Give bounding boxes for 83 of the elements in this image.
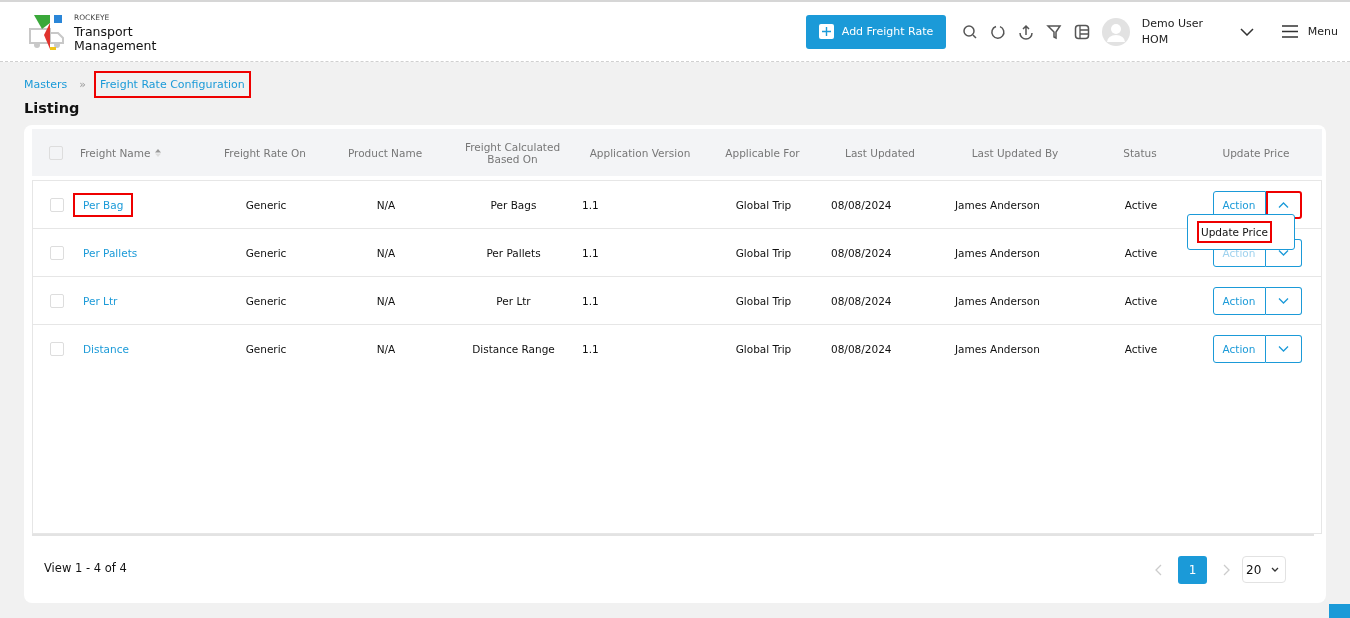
column-header: Application Version xyxy=(589,146,691,159)
refresh-icon[interactable] xyxy=(989,23,1006,40)
rate-on-cell: Generic xyxy=(245,342,287,355)
menu-icon xyxy=(1281,25,1298,38)
page-title: Listing xyxy=(24,100,81,118)
action-button[interactable]: Action xyxy=(1212,334,1266,363)
applicable-cell: Global Trip xyxy=(735,246,792,259)
filter-icon[interactable] xyxy=(1045,23,1062,40)
user-name: Demo User xyxy=(1141,15,1205,32)
freight-name-link[interactable]: Per Pallets xyxy=(73,240,148,265)
column-header: Freight Rate On xyxy=(224,146,306,159)
breadcrumb-separator: » xyxy=(79,77,87,91)
applicable-cell: Global Trip xyxy=(735,342,792,355)
product-cell: N/A xyxy=(376,294,396,307)
column-header: Update Price xyxy=(1222,146,1290,159)
search-icon[interactable] xyxy=(961,23,978,40)
rate-on-cell: Generic xyxy=(245,246,287,259)
row-checkbox[interactable] xyxy=(50,197,64,212)
freight-name-link[interactable]: Distance xyxy=(73,336,139,361)
row-checkbox[interactable] xyxy=(50,293,64,308)
freight-name-link[interactable]: Per Bag xyxy=(73,192,134,217)
breadcrumb-link[interactable]: Freight Rate Configuration xyxy=(94,70,251,98)
date-cell: 08/08/2024 xyxy=(831,198,892,211)
chevron-down-icon[interactable] xyxy=(1239,27,1254,36)
column-header: Applicable For xyxy=(725,146,800,159)
status-cell: Active xyxy=(1124,342,1158,355)
upload-icon[interactable] xyxy=(1017,23,1034,40)
user-cell: James Anderson xyxy=(955,246,1040,259)
row-checkbox[interactable] xyxy=(50,245,64,260)
action-button[interactable]: Action xyxy=(1212,286,1266,315)
version-cell: 1.1 xyxy=(582,294,599,307)
rate-on-cell: Generic xyxy=(245,198,287,211)
chevron-up-icon xyxy=(1278,201,1289,208)
column-header[interactable]: Freight Name xyxy=(80,146,151,159)
chevron-down-icon xyxy=(1277,297,1289,304)
applicable-cell: Global Trip xyxy=(735,198,792,211)
product-cell: N/A xyxy=(376,246,396,259)
version-cell: 1.1 xyxy=(582,342,599,355)
date-cell: 08/08/2024 xyxy=(831,294,892,307)
row-checkbox[interactable] xyxy=(50,341,64,356)
date-cell: 08/08/2024 xyxy=(831,342,892,355)
applicable-cell: Global Trip xyxy=(735,294,792,307)
column-header: Product Name xyxy=(347,146,423,159)
page-button[interactable]: 1 xyxy=(1178,555,1207,584)
date-cell: 08/08/2024 xyxy=(831,246,892,259)
user-cell: James Anderson xyxy=(955,294,1040,307)
calculation-cell: Per Bags xyxy=(490,198,537,211)
status-cell: Active xyxy=(1124,246,1158,259)
column-header: Last Updated By xyxy=(971,146,1059,159)
menu-button[interactable]: Menu xyxy=(1281,25,1338,38)
version-cell: 1.1 xyxy=(582,198,599,211)
product-cell: N/A xyxy=(376,342,396,355)
user-cell: James Anderson xyxy=(955,198,1040,211)
record-summary: View 1 - 4 of 4 xyxy=(44,560,127,575)
user-cell: James Anderson xyxy=(955,342,1040,355)
calculation-cell: Per Ltr xyxy=(496,294,531,307)
brand-name: Transport Management xyxy=(74,24,158,53)
freight-name-link[interactable]: Per Ltr xyxy=(73,288,128,313)
dropdown-toggle-button[interactable] xyxy=(1265,334,1302,363)
calculation-cell: Distance Range xyxy=(472,342,555,355)
product-cell: N/A xyxy=(376,198,396,211)
previous-page-icon[interactable] xyxy=(1155,563,1162,576)
menu-item[interactable]: Update Price xyxy=(1197,221,1272,243)
calculation-cell: Per Pallets xyxy=(486,246,541,259)
chevron-down-icon xyxy=(1271,567,1279,572)
select-all-checkbox[interactable] xyxy=(49,145,63,160)
dropdown-toggle-button[interactable] xyxy=(1265,286,1302,315)
next-page-icon[interactable] xyxy=(1223,563,1230,576)
user-role: HOM xyxy=(1141,31,1170,48)
rate-on-cell: Generic xyxy=(245,294,287,307)
column-header: Last Updated xyxy=(845,146,915,159)
version-cell: 1.1 xyxy=(582,246,599,259)
status-cell: Active xyxy=(1124,198,1158,211)
breadcrumb-link[interactable]: Masters xyxy=(24,72,72,96)
chevron-down-icon xyxy=(1277,345,1289,352)
column-header: Freight Calculated Based On xyxy=(463,140,562,165)
column-header: Status xyxy=(1123,146,1157,159)
page-size-select[interactable]: 20 xyxy=(1242,556,1286,583)
columns-icon[interactable] xyxy=(1073,23,1090,40)
plus-icon xyxy=(818,24,834,39)
add-freight-rate-button[interactable]: Add Freight Rate xyxy=(805,14,946,49)
status-cell: Active xyxy=(1124,294,1158,307)
sort-icon[interactable] xyxy=(154,148,161,157)
